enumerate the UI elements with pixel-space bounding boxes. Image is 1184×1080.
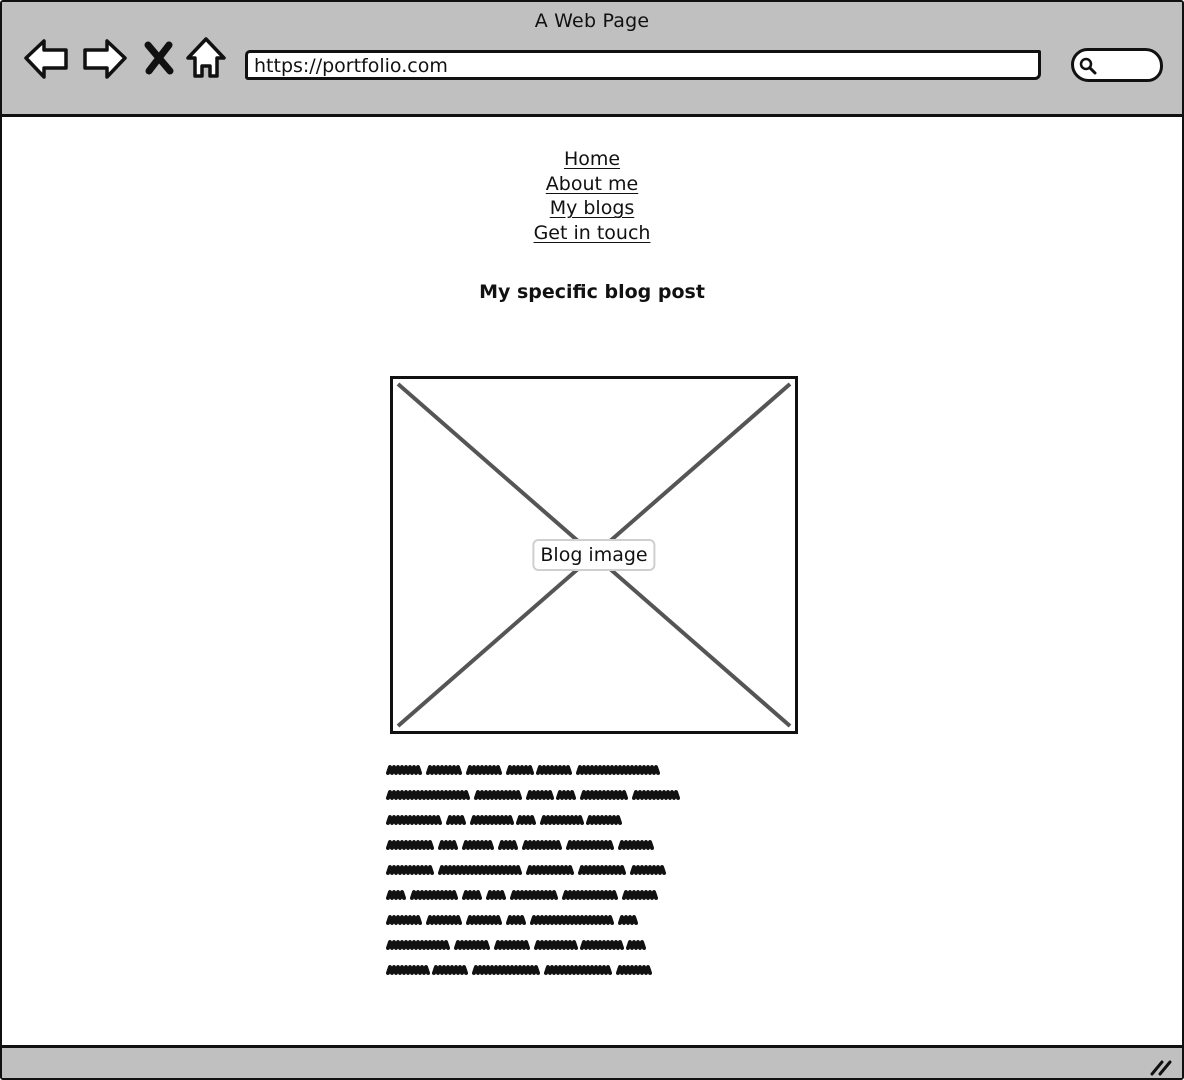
resize-grip-icon[interactable] <box>1148 1054 1174 1076</box>
scribble-word <box>474 790 522 800</box>
close-x-icon <box>144 41 174 75</box>
scribble-word <box>410 890 458 900</box>
nav-link-my-blogs[interactable]: My blogs <box>550 197 635 219</box>
scribble-word <box>494 940 530 950</box>
scribble-word <box>580 790 628 800</box>
scribble-word <box>536 765 572 775</box>
scribble-word <box>522 840 562 850</box>
scribble-word <box>466 915 502 925</box>
scribble-word <box>462 840 494 850</box>
scribble-word <box>576 765 660 775</box>
scribble-word <box>580 940 624 950</box>
scribble-word <box>530 915 614 925</box>
scribble-word <box>472 965 540 975</box>
scribble-word <box>622 890 658 900</box>
blog-image-placeholder: Blog image <box>390 376 798 734</box>
scribble-word <box>578 865 626 875</box>
scribble-word <box>498 840 518 850</box>
scribble-word <box>446 815 466 825</box>
scribble-word <box>386 840 434 850</box>
scribble-word <box>386 890 406 900</box>
scribble-word <box>386 940 450 950</box>
scribble-word <box>630 865 666 875</box>
forward-button[interactable] <box>81 36 129 84</box>
scribble-word <box>462 890 482 900</box>
window-title: A Web Page <box>534 10 650 32</box>
back-button[interactable] <box>22 36 70 84</box>
scribble-word <box>426 765 462 775</box>
nav-menu: Home About me My blogs Get in touch <box>2 147 1182 246</box>
scribble-word <box>438 865 522 875</box>
scribble-word <box>506 765 534 775</box>
stop-button[interactable] <box>138 36 180 84</box>
post-title: My specific blog post <box>479 281 705 303</box>
scribble-word <box>632 790 680 800</box>
browser-chrome: A Web Page https://portfolio.com <box>2 2 1182 117</box>
scribble-word <box>566 840 614 850</box>
scribble-word <box>486 890 506 900</box>
blog-image-label: Blog image <box>532 539 656 571</box>
scribble-word <box>618 915 638 925</box>
scribble-word <box>510 890 558 900</box>
scribble-word <box>386 915 422 925</box>
page-content: Home About me My blogs Get in touch My s… <box>2 117 1182 1047</box>
search-input[interactable] <box>1071 48 1163 82</box>
scribble-word <box>586 815 622 825</box>
scribble-word <box>466 765 502 775</box>
scribble-word <box>386 965 430 975</box>
scribble-word <box>386 815 442 825</box>
scribble-word <box>526 790 554 800</box>
scribble-word <box>540 815 584 825</box>
scribble-word <box>534 940 578 950</box>
scribble-word <box>386 765 422 775</box>
nav-link-about-me[interactable]: About me <box>546 173 638 195</box>
scribble-word <box>454 940 490 950</box>
scribble-word <box>626 940 646 950</box>
scribble-word <box>526 865 574 875</box>
scribble-word <box>616 965 652 975</box>
scribble-word <box>618 840 654 850</box>
nav-link-home[interactable]: Home <box>564 148 620 170</box>
scribble-word <box>386 790 470 800</box>
scribble-word <box>506 915 526 925</box>
home-icon <box>186 37 226 78</box>
search-icon <box>1079 57 1097 75</box>
scribble-word <box>470 815 514 825</box>
home-button[interactable] <box>184 36 232 84</box>
browser-window: A Web Page https://portfolio.com Home Ab… <box>0 0 1184 1080</box>
scribble-word <box>516 815 536 825</box>
scribble-word <box>426 915 462 925</box>
scribble-word <box>562 890 618 900</box>
status-bar <box>2 1045 1182 1078</box>
nav-link-get-in-touch[interactable]: Get in touch <box>534 222 651 244</box>
scribble-word <box>432 965 468 975</box>
back-arrow-icon <box>24 39 68 79</box>
post-body-text-placeholder <box>386 765 680 975</box>
forward-arrow-icon <box>83 39 127 79</box>
scribble-word <box>544 965 612 975</box>
scribble-word <box>556 790 576 800</box>
scribble-word <box>386 865 434 875</box>
scribble-word <box>438 840 458 850</box>
address-bar[interactable]: https://portfolio.com <box>245 50 1041 80</box>
